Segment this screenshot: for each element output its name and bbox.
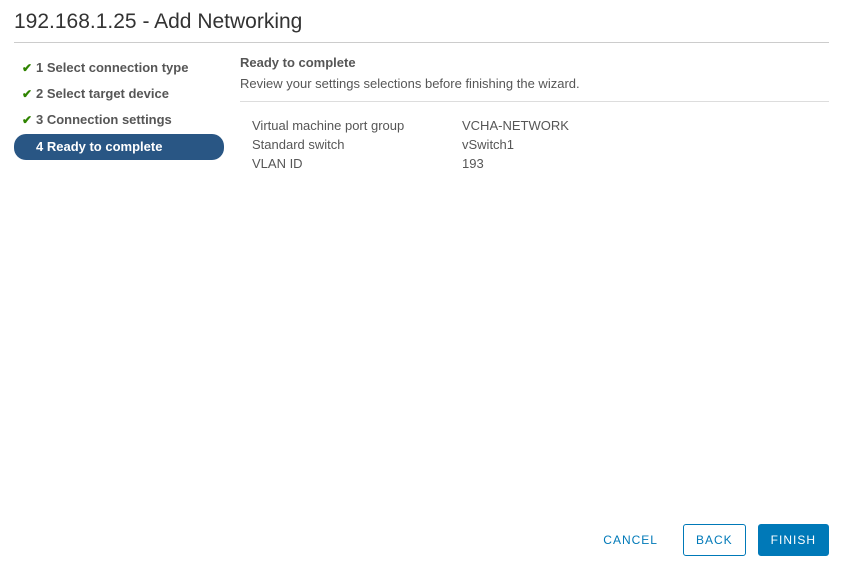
wizard-step-label: 1 Select connection type (36, 59, 188, 77)
wizard-sidebar: ✔ 1 Select connection type ✔ 2 Select ta… (14, 43, 234, 514)
check-icon: ✔ (22, 60, 36, 77)
summary-value: 193 (462, 156, 484, 171)
wizard-step-2[interactable]: ✔ 2 Select target device (14, 81, 224, 107)
back-button[interactable]: BACK (683, 524, 746, 556)
finish-button[interactable]: FINISH (758, 524, 829, 556)
wizard-step-label: 3 Connection settings (36, 111, 172, 129)
summary-row: Virtual machine port group VCHA-NETWORK (252, 116, 829, 135)
summary-row: VLAN ID 193 (252, 154, 829, 173)
check-icon: ✔ (22, 112, 36, 129)
summary-key: VLAN ID (252, 156, 462, 171)
wizard-step-label: 2 Select target device (36, 85, 169, 103)
summary-value: VCHA-NETWORK (462, 118, 569, 133)
summary-row: Standard switch vSwitch1 (252, 135, 829, 154)
wizard-step-label: 4 Ready to complete (36, 138, 162, 156)
dialog-title: 192.168.1.25 - Add Networking (14, 8, 829, 43)
cancel-button[interactable]: CANCEL (590, 524, 671, 556)
step-description: Review your settings selections before f… (240, 76, 829, 102)
wizard-step-3[interactable]: ✔ 3 Connection settings (14, 107, 224, 133)
summary-value: vSwitch1 (462, 137, 514, 152)
dialog-footer: CANCEL BACK FINISH (14, 514, 829, 556)
summary-key: Standard switch (252, 137, 462, 152)
summary-table: Virtual machine port group VCHA-NETWORK … (240, 102, 829, 173)
summary-key: Virtual machine port group (252, 118, 462, 133)
wizard-step-4[interactable]: ✔ 4 Ready to complete (14, 134, 224, 160)
check-icon: ✔ (22, 86, 36, 103)
step-title: Ready to complete (240, 55, 829, 70)
wizard-step-1[interactable]: ✔ 1 Select connection type (14, 55, 224, 81)
wizard-content: Ready to complete Review your settings s… (234, 43, 829, 514)
